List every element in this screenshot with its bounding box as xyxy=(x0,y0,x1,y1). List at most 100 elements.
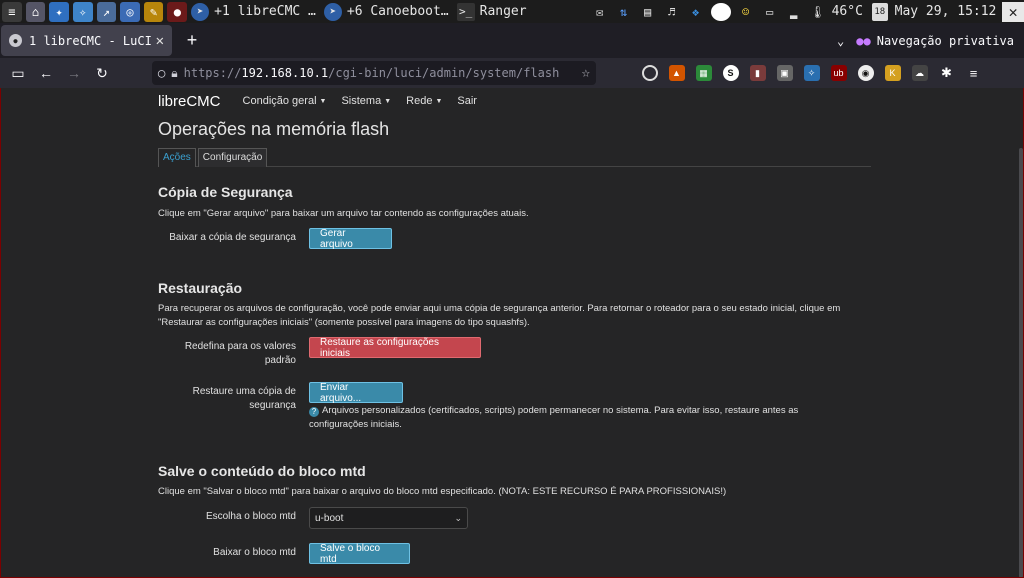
menu-icon[interactable]: ≡ xyxy=(2,1,22,22)
ublock-icon[interactable]: ub xyxy=(830,65,847,81)
mtd-description: Clique em "Salvar o bloco mtd" para baix… xyxy=(158,486,727,497)
s-extension-icon[interactable]: S xyxy=(722,65,739,81)
extensions-toolbar: ▲ ▦ S ▮ ▣ ✧ ub ◉ K ☁ ✱ ≡ xyxy=(636,58,987,88)
menu-status[interactable]: Condição geral ▼ xyxy=(243,95,327,107)
puzzle-extension-icon[interactable]: ✧ xyxy=(803,65,820,81)
terminal-icon: >_ xyxy=(456,2,475,21)
updates-icon[interactable]: ⇅ xyxy=(615,3,633,21)
globe-icon[interactable]: ◎ xyxy=(120,1,140,22)
page-tabs: Ações Configuração xyxy=(158,148,871,167)
sidebar-icon[interactable]: ▭ xyxy=(5,60,31,86)
mtd-select-value: u-boot xyxy=(315,512,344,524)
clock[interactable]: May 29, 15:12 xyxy=(895,4,997,19)
brand-logo[interactable]: libreCMC xyxy=(158,93,221,110)
blocks-extension-icon[interactable]: ▦ xyxy=(695,65,712,81)
private-mask-icon: ●● xyxy=(856,33,871,48)
restore-heading: Restauração xyxy=(158,280,243,296)
chevron-down-icon[interactable]: ⌄ xyxy=(837,34,844,48)
favicon-icon: ● xyxy=(9,34,22,47)
upload-backup-label: Restaure uma cópia de segurança xyxy=(192,386,296,411)
app-menu-icon[interactable]: ≡ xyxy=(966,65,982,81)
chart-icon[interactable]: ↗ xyxy=(96,1,117,22)
mtd-save-label: Baixar o bloco mtd xyxy=(213,547,296,558)
menu-label: Condição geral xyxy=(242,95,317,107)
menu-label: Sistema xyxy=(341,95,382,107)
menu-label: Rede xyxy=(406,95,433,107)
bluetooth-icon[interactable]: ❖ xyxy=(687,3,705,21)
network-icon[interactable]: ✧ xyxy=(72,1,93,22)
record-icon[interactable]: ● xyxy=(167,1,188,22)
generate-archive-button[interactable]: Gerar arquivo xyxy=(309,228,392,250)
luci-container: libreCMC Condição geral ▼ Sistema ▼ Rede ▼ … xyxy=(158,88,871,565)
home-icon[interactable]: ⌂ xyxy=(25,1,46,22)
close-icon[interactable]: ✕ xyxy=(1002,1,1024,22)
close-tab-icon[interactable]: ✕ xyxy=(156,33,164,49)
temperature: 46°C xyxy=(831,4,863,19)
new-tab-icon[interactable]: + xyxy=(182,30,202,51)
private-label: Navegação privativa xyxy=(876,33,1014,48)
browser-icon: ➤ xyxy=(191,2,210,21)
k-extension-icon[interactable]: K xyxy=(884,65,901,81)
task-ranger[interactable]: >_ Ranger xyxy=(453,0,531,23)
menu-system[interactable]: Sistema ▼ xyxy=(341,95,391,107)
cpu-graph-icon[interactable]: ▂ xyxy=(785,3,803,21)
upload-archive-button[interactable]: Enviar arquivo... xyxy=(309,382,403,404)
help-icon: ? xyxy=(309,407,319,417)
volume-icon[interactable]: ♬ xyxy=(663,3,681,21)
lock-icon[interactable]: 🔒︎ xyxy=(171,66,177,81)
forward-icon[interactable]: → xyxy=(61,60,87,86)
fox-extension-icon[interactable]: ▲ xyxy=(668,65,685,81)
monitor-icon[interactable]: ▭ xyxy=(761,3,779,21)
restore-description: Para recuperar os arquivos de configuraç… xyxy=(158,303,841,328)
task-librecmc[interactable]: ➤ +1 libreCMC … xyxy=(187,0,320,23)
task-canoeboot[interactable]: ➤ +6 Canoeboot… xyxy=(320,0,453,23)
browser-tab[interactable]: ● 1 libreCMC - LuCI ✕ xyxy=(1,25,172,56)
compass-icon[interactable]: ✦ xyxy=(49,1,69,22)
upload-hint: ? Arquivos personalizados (certificados, … xyxy=(309,404,849,432)
mtd-block-select[interactable]: u-boot ⌄ xyxy=(309,507,468,529)
back-icon[interactable]: ← xyxy=(33,60,59,86)
mtd-heading: Salve o conteúdo do bloco mtd xyxy=(158,463,366,479)
luci-header: libreCMC Condição geral ▼ Sistema ▼ Rede ▼ … xyxy=(158,88,871,114)
tab-actions[interactable]: Ações xyxy=(158,148,196,167)
system-tray: ✉ ⇅ ▤ ♬ ❖ ☺ ▭ ▂ 🌡 xyxy=(588,2,830,21)
bookmark-star-icon[interactable]: ☆ xyxy=(582,65,590,81)
clipboard-icon[interactable]: ▤ xyxy=(639,3,657,21)
backup-label: Baixar a cópia de segurança xyxy=(169,232,296,243)
eye-extension-icon[interactable]: ◉ xyxy=(857,65,874,81)
browser-navbar: ▭ ← → ↻ ◯ 🔒︎ https://192.168.10.1/cgi-bi… xyxy=(0,58,1024,88)
task-label: Ranger xyxy=(479,4,527,19)
extensions-puzzle-icon[interactable]: ✱ xyxy=(939,65,955,81)
task-label: +1 libreCMC … xyxy=(214,4,316,19)
reset-defaults-button[interactable]: Restaure as configurações iniciais xyxy=(309,337,481,359)
backup-description: Clique em "Gerar arquivo" para baixar um… xyxy=(158,208,529,219)
shield-icon[interactable]: ◯ xyxy=(158,66,165,80)
caret-down-icon: ▼ xyxy=(319,97,327,105)
page-title: Operações na memória flash xyxy=(158,119,390,139)
weather-icon[interactable] xyxy=(710,2,731,21)
url-bar[interactable]: ◯ 🔒︎ https://192.168.10.1/cgi-bin/luci/a… xyxy=(152,61,596,85)
reload-icon[interactable]: ↻ xyxy=(89,60,115,86)
reset-label: Redefina para os valores padrão xyxy=(184,341,296,366)
notification-icon[interactable]: ✉ xyxy=(591,3,609,21)
calendar-icon[interactable]: 18 xyxy=(871,2,888,21)
page-content: libreCMC Condição geral ▼ Sistema ▼ Rede ▼ … xyxy=(1,88,1023,578)
account-icon[interactable] xyxy=(641,65,658,81)
book-extension-icon[interactable]: ▮ xyxy=(749,65,766,81)
save-mtd-button[interactable]: Salve o bloco mtd xyxy=(309,543,410,565)
menu-logout[interactable]: Sair xyxy=(457,95,477,107)
browser-tabbar: ● 1 libreCMC - LuCI ✕ + ⌄ ●● Navegação p… xyxy=(0,23,1024,58)
tab-configuration[interactable]: Configuração xyxy=(197,148,268,167)
url-scheme: https:// xyxy=(183,66,242,80)
image-extension-icon[interactable]: ▣ xyxy=(776,65,793,81)
chevron-down-icon: ⌄ xyxy=(454,512,462,523)
cloud-extension-icon[interactable]: ☁ xyxy=(911,65,928,81)
exit-icon[interactable]: ✎ xyxy=(143,1,164,22)
url-host: 192.168.10.1 xyxy=(241,66,329,80)
browser-icon: ➤ xyxy=(323,2,342,21)
smiley-icon[interactable]: ☺ xyxy=(737,3,755,21)
menu-network[interactable]: Rede ▼ xyxy=(406,95,442,107)
upload-hint-text: Arquivos personalizados (certificados, s… xyxy=(309,405,799,430)
page-scrollbar[interactable] xyxy=(1019,148,1023,578)
os-taskbar: ≡ ⌂ ✦ ✧ ↗ ◎ ✎ ● ➤ +1 libreCMC … ➤ +6 Can… xyxy=(0,0,1024,23)
